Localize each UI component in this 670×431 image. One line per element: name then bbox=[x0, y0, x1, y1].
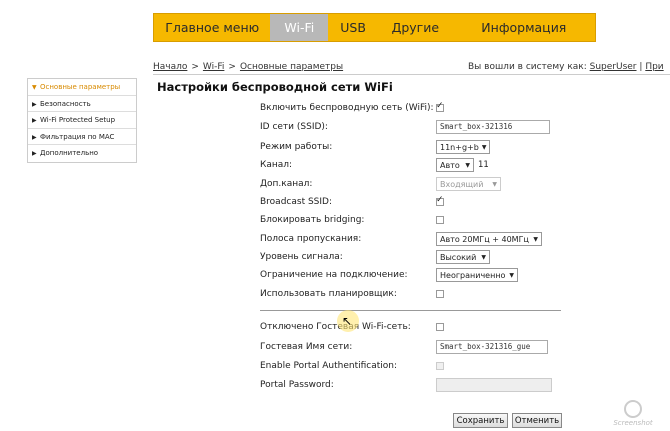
bandwidth-value: Авто 20МГц + 40МГц bbox=[440, 234, 529, 244]
portal-password-label: Portal Password: bbox=[260, 380, 334, 390]
tab-other[interactable]: Другие bbox=[378, 14, 453, 41]
login-user-link[interactable]: SuperUser bbox=[590, 62, 637, 72]
channel-row: Канал: Авто ▼ 11 bbox=[260, 157, 580, 173]
guest-name-input[interactable]: Smart_box-321316_gue bbox=[436, 340, 548, 354]
sidebar-item-label: Основные параметры bbox=[40, 83, 121, 91]
portal-password-row: Portal Password: bbox=[260, 377, 580, 393]
chevron-down-icon: ▼ bbox=[533, 235, 538, 243]
bandwidth-row: Полоса пропускания: Авто 20МГц + 40МГц ▼ bbox=[260, 231, 580, 247]
header-divider bbox=[153, 74, 670, 75]
portal-auth-checkbox[interactable] bbox=[436, 362, 444, 370]
ssid-input[interactable]: Smart_box-321316 bbox=[436, 120, 550, 134]
channel-select[interactable]: Авто ▼ bbox=[436, 158, 474, 172]
guest-disabled-checkbox[interactable] bbox=[436, 323, 444, 331]
sidebar-item-advanced[interactable]: ▶ Дополнительно bbox=[28, 145, 136, 162]
mode-select[interactable]: 11n+g+b ▼ bbox=[436, 140, 490, 154]
camera-shutter-icon bbox=[624, 400, 642, 418]
mode-label: Режим работы: bbox=[260, 142, 333, 152]
conn-limit-row: Ограничение на подключение: Неограниченн… bbox=[260, 267, 580, 283]
signal-level-value: Высокий bbox=[440, 252, 477, 262]
bandwidth-select[interactable]: Авто 20МГц + 40МГц ▼ bbox=[436, 232, 542, 246]
guest-name-label: Гостевая Имя сети: bbox=[260, 342, 353, 352]
ssid-row: ID сети (SSID): Smart_box-321316 bbox=[260, 119, 580, 135]
tab-wifi[interactable]: Wi-Fi bbox=[270, 14, 329, 41]
signal-level-label: Уровень сигнала: bbox=[260, 252, 343, 262]
login-prefix: Вы вошли в систему как: bbox=[468, 62, 587, 72]
sidebar-item-security[interactable]: ▶ Безопасность bbox=[28, 96, 136, 112]
cancel-button[interactable]: Отменить bbox=[512, 413, 562, 428]
chevron-down-icon: ▼ bbox=[481, 143, 487, 151]
enable-wifi-label: Включить беспроводную сеть (WiFi): bbox=[260, 103, 434, 113]
login-status: Вы вошли в систему как: SuperUser | При bbox=[468, 62, 664, 72]
block-bridging-label: Блокировать bridging: bbox=[260, 215, 365, 225]
chevron-down-icon: ▼ bbox=[465, 161, 470, 169]
breadcrumb-separator: > bbox=[191, 62, 199, 72]
broadcast-ssid-label: Broadcast SSID: bbox=[260, 197, 332, 207]
scheduler-label: Использовать планировщик: bbox=[260, 289, 397, 299]
triangle-down-icon: ▼ bbox=[32, 84, 37, 91]
breadcrumb-home[interactable]: Начало bbox=[153, 62, 187, 72]
ext-channel-value: Входящий bbox=[440, 179, 484, 189]
conn-limit-select[interactable]: Неограниченно ▼ bbox=[436, 268, 518, 282]
scheduler-row: Использовать планировщик: bbox=[260, 286, 580, 302]
bandwidth-label: Полоса пропускания: bbox=[260, 234, 362, 244]
chevron-down-icon: ▼ bbox=[492, 180, 497, 188]
sidebar-item-label: Фильтрация по MAC bbox=[40, 132, 115, 141]
watermark-text: Screenshot bbox=[613, 419, 653, 427]
block-bridging-row: Блокировать bridging: bbox=[260, 212, 580, 228]
scheduler-checkbox[interactable] bbox=[436, 290, 444, 298]
tab-info[interactable]: Информация bbox=[453, 14, 595, 41]
section-divider bbox=[260, 310, 561, 311]
triangle-right-icon: ▶ bbox=[32, 117, 37, 124]
save-button[interactable]: Сохранить bbox=[453, 413, 508, 428]
conn-limit-value: Неограниченно bbox=[440, 270, 506, 280]
mouse-pointer-icon: ↖ bbox=[342, 314, 353, 328]
chevron-down-icon: ▼ bbox=[509, 271, 514, 279]
triangle-right-icon: ▶ bbox=[32, 150, 37, 157]
portal-password-input[interactable] bbox=[436, 378, 552, 392]
enable-wifi-checkbox[interactable] bbox=[436, 101, 444, 112]
top-nav: Главное меню Wi-Fi USB Другие Информация bbox=[153, 13, 596, 42]
sidebar-item-wps[interactable]: ▶ Wi-Fi Protected Setup bbox=[28, 112, 136, 129]
ext-channel-select[interactable]: Входящий ▼ bbox=[436, 177, 501, 191]
sidebar-item-label: Дополнительно bbox=[40, 149, 99, 157]
channel-value: Авто bbox=[440, 160, 460, 170]
signal-level-select[interactable]: Высокий ▼ bbox=[436, 250, 490, 264]
ssid-label: ID сети (SSID): bbox=[260, 122, 328, 132]
mode-row: Режим работы: 11n+g+b ▼ bbox=[260, 139, 580, 155]
portal-auth-label: Enable Portal Authentification: bbox=[260, 361, 398, 371]
login-tail-link[interactable]: При bbox=[645, 62, 663, 72]
ext-channel-row: Доп.канал: Входящий ▼ bbox=[260, 176, 580, 192]
breadcrumb-wifi[interactable]: Wi-Fi bbox=[203, 62, 224, 72]
sidebar-item-basic-params[interactable]: ▼ Основные параметры bbox=[28, 79, 136, 96]
block-bridging-checkbox[interactable] bbox=[436, 216, 444, 224]
mode-value: 11n+g+b bbox=[440, 142, 479, 152]
channel-label: Канал: bbox=[260, 160, 293, 170]
portal-auth-row: Enable Portal Authentification: bbox=[260, 358, 580, 374]
breadcrumb-basic-params[interactable]: Основные параметры bbox=[240, 62, 343, 72]
page-title: Настройки беспроводной сети WiFi bbox=[157, 80, 393, 94]
current-channel: 11 bbox=[478, 160, 489, 170]
sidebar-item-label: Безопасность bbox=[40, 99, 91, 108]
breadcrumb-separator: > bbox=[228, 62, 236, 72]
triangle-right-icon: ▶ bbox=[32, 100, 37, 108]
sidebar-item-mac-filter[interactable]: ▶ Фильтрация по MAC bbox=[28, 129, 136, 145]
chevron-down-icon: ▼ bbox=[481, 253, 486, 261]
signal-level-row: Уровень сигнала: Высокий ▼ bbox=[260, 249, 580, 265]
guest-name-row: Гостевая Имя сети: Smart_box-321316_gue bbox=[260, 339, 580, 355]
tab-usb[interactable]: USB bbox=[328, 14, 378, 41]
ext-channel-label: Доп.канал: bbox=[260, 179, 313, 189]
conn-limit-label: Ограничение на подключение: bbox=[260, 270, 408, 280]
sidebar: ▼ Основные параметры ▶ Безопасность ▶ Wi-Fi… bbox=[27, 78, 137, 163]
broadcast-ssid-checkbox[interactable] bbox=[436, 195, 444, 206]
login-separator: | bbox=[639, 62, 643, 72]
guest-disabled-row: Отключено Гостевая Wi-Fi-сеть: bbox=[260, 319, 580, 335]
triangle-right-icon: ▶ bbox=[32, 133, 37, 141]
broadcast-ssid-row: Broadcast SSID: bbox=[260, 194, 580, 210]
sidebar-item-label: Wi-Fi Protected Setup bbox=[40, 116, 116, 124]
tab-main-menu[interactable]: Главное меню bbox=[154, 14, 270, 41]
breadcrumb: Начало > Wi-Fi > Основные параметры bbox=[153, 62, 343, 72]
enable-wifi-row: Включить беспроводную сеть (WiFi): bbox=[260, 100, 580, 116]
watermark: Screenshot bbox=[600, 400, 666, 430]
